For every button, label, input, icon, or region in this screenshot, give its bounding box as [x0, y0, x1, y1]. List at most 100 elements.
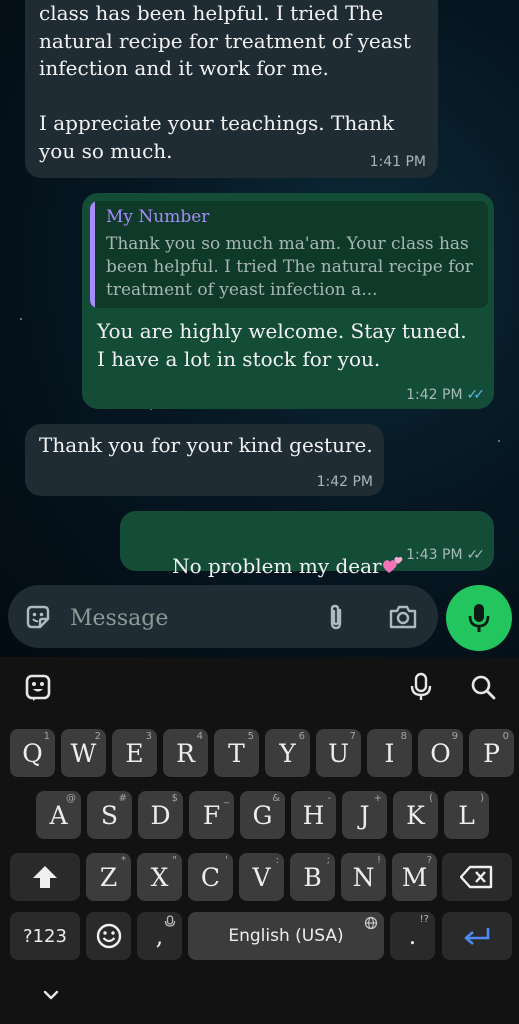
key-r[interactable]: R4 — [163, 729, 208, 777]
key-f[interactable]: F _ — [189, 791, 234, 839]
message-meta: 1:43 PM ✓✓ — [406, 547, 486, 563]
delivered-ticks-icon: ✓✓ — [466, 547, 486, 563]
key-hint: $ — [171, 793, 178, 804]
message-text: Thank you for your kind gesture. — [39, 433, 373, 457]
backspace-icon — [460, 865, 493, 889]
key-label: F — [202, 800, 221, 830]
key-label: Z — [99, 862, 118, 892]
key-z[interactable]: Z * — [86, 853, 131, 901]
key-label: C — [200, 862, 221, 892]
shift-key[interactable] — [10, 853, 80, 901]
wallpaper-star — [20, 318, 22, 320]
space-key[interactable]: English (USA) — [188, 912, 384, 960]
key-j[interactable]: J + — [342, 791, 387, 839]
key-k[interactable]: K( — [393, 791, 438, 839]
key-hint: + — [373, 793, 382, 804]
period-label: . — [408, 922, 417, 950]
key-h[interactable]: H- — [291, 791, 336, 839]
key-i[interactable]: I8 — [367, 729, 412, 777]
search-icon[interactable] — [467, 671, 499, 703]
key-b[interactable]: B; — [290, 853, 335, 901]
message-text: You are highly welcome. Stay tuned. I ha… — [97, 319, 467, 371]
key-label: H — [302, 800, 325, 830]
key-hint: 4 — [196, 731, 203, 742]
key-hint: 2 — [94, 731, 101, 742]
key-s[interactable]: S # — [87, 791, 132, 839]
emoji-key[interactable] — [86, 912, 131, 960]
key-g[interactable]: G & — [240, 791, 285, 839]
camera-icon[interactable] — [386, 601, 420, 633]
key-y[interactable]: Y6 — [265, 729, 310, 777]
message-bubble-incoming[interactable]: Thank you for your kind gesture. 1:42 PM — [25, 424, 384, 496]
key-hint: 6 — [298, 731, 305, 742]
key-v[interactable]: V: — [239, 853, 284, 901]
key-hint: # — [118, 793, 127, 804]
key-q[interactable]: Q1 — [10, 729, 55, 777]
key-e[interactable]: E3 — [112, 729, 157, 777]
key-label: N — [352, 862, 375, 892]
key-hint: ! — [376, 855, 381, 866]
key-hint: 1 — [43, 731, 50, 742]
hide-keyboard-button[interactable] — [36, 981, 66, 1009]
key-hint: 9 — [451, 731, 458, 742]
key-hint: 5 — [247, 731, 254, 742]
quote-accent-bar — [90, 201, 95, 308]
message-bubble-outgoing[interactable]: No problem my dear 1:43 PM ✓✓ — [120, 511, 494, 578]
sticker-icon[interactable] — [22, 601, 54, 633]
message-input[interactable] — [68, 597, 312, 639]
key-hint: ) — [480, 793, 484, 804]
globe-icon — [364, 916, 378, 930]
key-a[interactable]: A @ — [36, 791, 81, 839]
key-label: M — [401, 862, 428, 892]
reply-quote[interactable]: My Number Thank you so much ma'am. Your … — [90, 201, 488, 308]
key-m[interactable]: M? — [392, 853, 437, 901]
symbols-key[interactable]: ?123 — [10, 912, 80, 960]
emoji-sticker-icon[interactable] — [22, 671, 54, 703]
voice-input-icon[interactable] — [405, 671, 437, 703]
attach-icon[interactable] — [320, 601, 352, 633]
comma-key[interactable]: , — [137, 912, 182, 960]
key-label: G — [252, 800, 273, 830]
key-hint: 7 — [349, 731, 356, 742]
key-hint: @ — [66, 793, 76, 804]
enter-key[interactable] — [442, 912, 512, 960]
key-n[interactable]: N! — [341, 853, 386, 901]
key-p[interactable]: P0 — [469, 729, 514, 777]
key-hint: ? — [426, 855, 432, 866]
keyboard: Q 1 W 2 E 3 R 4 T 5 Y 6 U 7 I 8 O 9 P 0 A @ S # D $ F _ G & H - J + K(L) Z *… — [0, 657, 519, 1024]
message-composer — [8, 585, 438, 648]
key-x[interactable]: X " — [137, 853, 182, 901]
key-u[interactable]: U7 — [316, 729, 361, 777]
key-c[interactable]: C ' — [188, 853, 233, 901]
voice-hint-icon — [164, 915, 176, 927]
key-t[interactable]: T5 — [214, 729, 259, 777]
key-hint: " — [172, 855, 177, 866]
quote-text: Thank you so much ma'am. Your class has … — [106, 234, 473, 300]
key-o[interactable]: O9 — [418, 729, 463, 777]
key-d[interactable]: D $ — [138, 791, 183, 839]
backspace-key[interactable] — [442, 853, 512, 901]
mic-icon — [468, 604, 490, 632]
message-text: class has been helpful. I tried The natu… — [39, 1, 411, 163]
period-key[interactable]: . !? — [390, 912, 435, 960]
key-hint: * — [121, 855, 126, 866]
message-time: 1:41 PM — [369, 154, 426, 170]
enter-icon — [464, 928, 490, 945]
key-w[interactable]: W2 — [61, 729, 106, 777]
message-bubble-outgoing[interactable]: My Number Thank you so much ma'am. Your … — [82, 193, 494, 409]
key-hint: : — [275, 855, 279, 866]
message-text: No problem my dear — [172, 553, 382, 578]
mic-button[interactable] — [446, 585, 512, 651]
key-hint: 0 — [502, 731, 509, 742]
message-bubble-incoming[interactable]: class has been helpful. I tried The natu… — [25, 0, 438, 178]
key-label: R — [176, 738, 195, 768]
key-label: V — [252, 862, 271, 892]
key-hint: ( — [429, 793, 433, 804]
two-hearts-icon — [382, 556, 402, 573]
key-label: L — [458, 800, 475, 830]
quote-sender: My Number — [106, 207, 210, 227]
key-label: K — [406, 800, 425, 830]
key-l[interactable]: L) — [444, 791, 489, 839]
key-label: B — [303, 862, 322, 892]
emoji-icon — [96, 923, 121, 949]
